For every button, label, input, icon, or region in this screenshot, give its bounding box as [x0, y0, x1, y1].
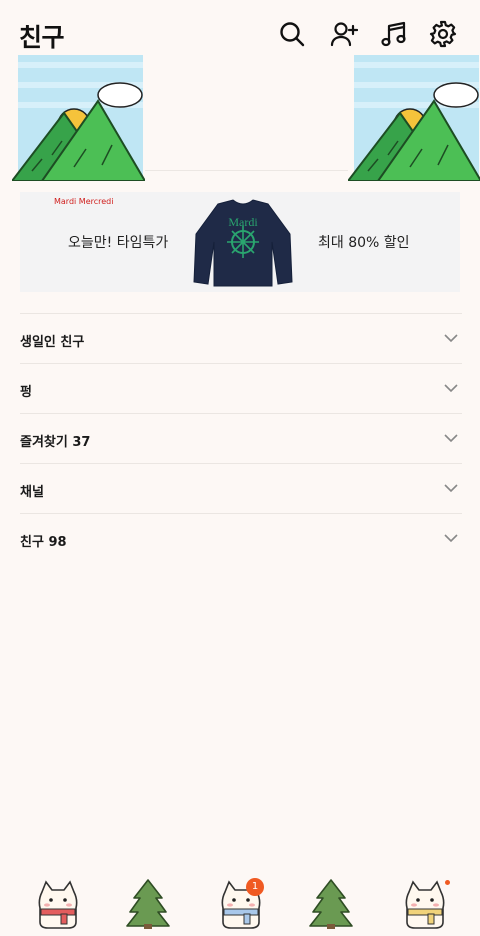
settings-icon[interactable]: [429, 20, 457, 48]
section-label: 생일인 친구: [20, 335, 85, 350]
section-birthday[interactable]: 생일인 친구: [20, 313, 462, 363]
music-icon[interactable]: [380, 20, 408, 48]
search-icon[interactable]: [278, 20, 306, 48]
profile-divider: [145, 170, 348, 171]
chevron-down-icon: [444, 333, 458, 343]
banner-left-text: 오늘만! 타임특가: [68, 235, 169, 251]
more-tab-icon[interactable]: [401, 878, 449, 930]
banner-brand: Mardi Mercredi: [54, 197, 114, 206]
section-label: 친구 98: [20, 535, 67, 550]
profile-strip: [0, 55, 480, 181]
section-label: 채널: [20, 485, 44, 500]
unread-badge: 1: [246, 878, 264, 896]
page-title: 친구: [19, 23, 65, 52]
profile-image[interactable]: [348, 55, 480, 181]
tree-icon[interactable]: [307, 878, 355, 930]
tree-icon[interactable]: [124, 878, 172, 930]
section-friends[interactable]: 친구 98: [20, 513, 462, 563]
banner-right-text: 최대 80% 할인: [318, 235, 410, 251]
notification-dot: [445, 880, 450, 885]
chevron-down-icon: [444, 383, 458, 393]
svg-text:Mardi: Mardi: [228, 215, 258, 229]
bottom-tab-bar: [0, 870, 480, 936]
section-label: 펑: [20, 385, 32, 400]
ad-banner[interactable]: Mardi Mercredi 오늘만! 타임특가 Mardi 최대 80% 할인: [20, 192, 460, 292]
section-pung[interactable]: 펑: [20, 363, 462, 413]
my-profile-image[interactable]: [12, 55, 145, 181]
chevron-down-icon: [444, 433, 458, 443]
chevron-down-icon: [444, 483, 458, 493]
sweater-image: Mardi: [188, 196, 298, 290]
chevron-down-icon: [444, 533, 458, 543]
section-label: 즐겨찾기 37: [20, 435, 91, 450]
section-favorites[interactable]: 즐겨찾기 37: [20, 413, 462, 463]
friends-tab-icon[interactable]: [34, 878, 82, 930]
add-friend-icon[interactable]: [330, 20, 358, 48]
section-channels[interactable]: 채널: [20, 463, 462, 513]
section-list: 생일인 친구 펑 즐겨찾기 37 채널 친구 98: [20, 313, 462, 563]
